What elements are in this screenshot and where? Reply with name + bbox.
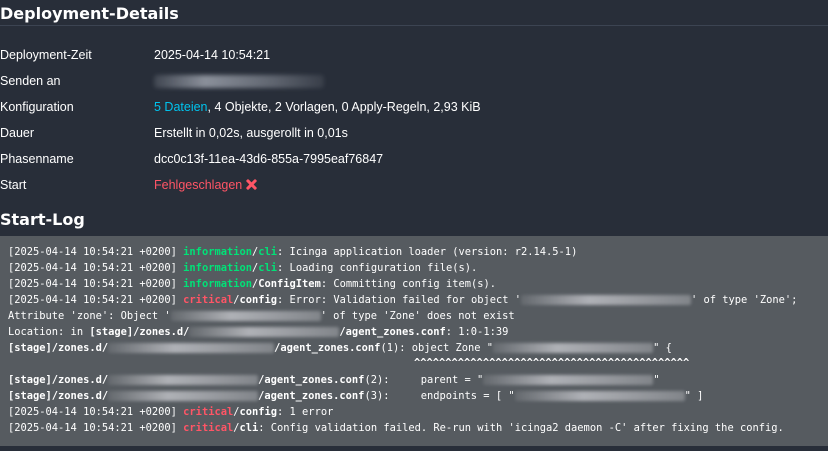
- log-line: [stage]/zones.d/ /agent_zones.conf(3): en…: [8, 388, 703, 404]
- log-path: /agent_zones.conf: [258, 390, 365, 402]
- detail-row-target: Senden an: [0, 71, 828, 91]
- log-timestamp: [2025-04-14 10:54:21 +0200]: [8, 262, 177, 274]
- log-message: : Icinga application loader (version: r2…: [277, 246, 578, 258]
- start-status: Fehlgeschlagen: [154, 175, 257, 195]
- log-line: [stage]/zones.d/ /agent_zones.conf(2): pa…: [8, 372, 660, 388]
- log-facility: cli: [258, 262, 278, 274]
- log-line: [2025-04-14 10:54:21 +0200] information/…: [8, 246, 578, 258]
- redacted-text: [108, 375, 259, 385]
- log-facility: ConfigItem: [258, 278, 321, 290]
- log-facility: config: [239, 406, 278, 418]
- close-icon: [246, 179, 257, 190]
- detail-label: Phasenname: [0, 152, 74, 166]
- log-message: " ]: [684, 390, 704, 402]
- log-severity: critical: [183, 422, 234, 434]
- log-message: : Loading configuration file(s).: [277, 262, 478, 274]
- log-facility: cli: [239, 422, 259, 434]
- log-path: [stage]/zones.d/: [8, 374, 109, 386]
- log-line: [stage]/zones.d/ /agent_zones.conf(1): ob…: [8, 340, 672, 356]
- log-message: ' of type 'Zone';: [691, 294, 798, 306]
- log-line: ^^^^^^^^^^^^^^^^^^^^^^^^^^^^^^^^^^^^^^^^…: [414, 355, 689, 371]
- log-path: [stage]/zones.d/: [89, 326, 190, 338]
- redacted-text: [483, 375, 654, 385]
- files-link[interactable]: 5 Dateien: [154, 100, 208, 114]
- redacted-text: [521, 295, 692, 305]
- log-severity: information: [183, 278, 252, 290]
- log-line: Location: in [stage]/zones.d/ /agent_zone…: [8, 324, 508, 340]
- detail-label: Start: [0, 178, 27, 192]
- redacted-text: [189, 327, 340, 337]
- log-message: : 1 error: [277, 406, 334, 418]
- log-line: [2025-04-14 10:54:21 +0200] critical/con…: [8, 406, 334, 418]
- detail-row-time: Deployment-Zeit 2025-04-14 10:54:21: [0, 45, 828, 65]
- log-line: [2025-04-14 10:54:21 +0200] information/…: [8, 262, 478, 274]
- config-summary: , 4 Objekte, 2 Vorlagen, 0 Apply-Regeln,…: [207, 100, 481, 114]
- log-path: /agent_zones.conf: [258, 374, 365, 386]
- heading-divider: [0, 25, 828, 26]
- log-message: (1): object Zone ": [380, 342, 494, 354]
- detail-label: Deployment-Zeit: [0, 48, 92, 62]
- log-message: : Error: Validation failed for object ': [277, 294, 522, 306]
- log-message: (3): endpoints = [ ": [364, 390, 515, 402]
- log-timestamp: [2025-04-14 10:54:21 +0200]: [8, 406, 177, 418]
- error-carets: ^^^^^^^^^^^^^^^^^^^^^^^^^^^^^^^^^^^^^^^^…: [414, 357, 690, 369]
- log-timestamp: [2025-04-14 10:54:21 +0200]: [8, 278, 177, 290]
- log-facility: config: [239, 294, 278, 306]
- log-message: : Committing config item(s).: [320, 278, 496, 290]
- log-message: Location: in: [8, 326, 90, 338]
- log-path: /agent_zones.conf: [339, 326, 446, 338]
- log-line: Attribute 'zone': Object ' ' of type 'Zon…: [8, 308, 515, 324]
- detail-value: dcc0c13f-11ea-43d6-855a-7995eaf76847: [154, 152, 384, 166]
- details-heading: Deployment-Details: [0, 4, 179, 23]
- log-path: [stage]/zones.d/: [8, 342, 109, 354]
- detail-row-duration: Dauer Erstellt in 0,02s, ausgerollt in 0…: [0, 123, 828, 143]
- detail-value: 2025-04-14 10:54:21: [154, 48, 271, 62]
- redacted-hostname: [154, 75, 324, 89]
- redacted-text: [108, 343, 275, 353]
- detail-label: Dauer: [0, 126, 35, 140]
- detail-label: Senden an: [0, 74, 61, 88]
- detail-row-config: Konfiguration 5 Dateien, 4 Objekte, 2 Vo…: [0, 97, 828, 117]
- detail-value: Erstellt in 0,02s, ausgerollt in 0,01s: [154, 126, 348, 140]
- log-path: [stage]/zones.d/: [8, 390, 109, 402]
- log-line: [2025-04-14 10:54:21 +0200] critical/con…: [8, 294, 798, 306]
- detail-value-redacted: [154, 71, 324, 91]
- log-message: " {: [653, 342, 672, 354]
- log-message: ": [653, 374, 660, 386]
- redacted-text: [108, 391, 259, 401]
- redacted-text: [170, 311, 321, 321]
- detail-row-phase: Phasenname dcc0c13f-11ea-43d6-855a-7995e…: [0, 149, 828, 169]
- redacted-text: [493, 343, 654, 353]
- log-message: Attribute 'zone': Object ': [8, 310, 171, 322]
- status-failed: Fehlgeschlagen: [154, 178, 243, 192]
- log-severity: information: [183, 262, 252, 274]
- log-severity: critical: [183, 406, 234, 418]
- log-message: : Config validation failed. Re-run with …: [258, 422, 784, 434]
- log-facility: cli: [258, 246, 278, 258]
- log-severity: critical: [183, 294, 234, 306]
- detail-label: Konfiguration: [0, 100, 74, 114]
- log-timestamp: [2025-04-14 10:54:21 +0200]: [8, 422, 177, 434]
- log-severity: information: [183, 246, 252, 258]
- log-path: /agent_zones.conf: [274, 342, 381, 354]
- log-line: [2025-04-14 10:54:21 +0200] critical/cli…: [8, 422, 784, 434]
- start-log: [2025-04-14 10:54:21 +0200] information /…: [0, 236, 828, 446]
- log-timestamp: [2025-04-14 10:54:21 +0200]: [8, 246, 177, 258]
- detail-value: 5 Dateien, 4 Objekte, 2 Vorlagen, 0 Appl…: [154, 97, 481, 117]
- deployment-page: Deployment-Details Deployment-Zeit 2025-…: [0, 0, 828, 451]
- log-message: (2): parent = ": [364, 374, 484, 386]
- redacted-text: [514, 391, 685, 401]
- log-heading: Start-Log: [0, 210, 85, 229]
- log-message: ' of type 'Zone' does not exist: [320, 310, 515, 322]
- detail-row-start: Start Fehlgeschlagen: [0, 175, 828, 195]
- log-message: : 1:0-1:39: [445, 326, 509, 338]
- log-line: [2025-04-14 10:54:21 +0200] information/…: [8, 278, 496, 290]
- log-timestamp: [2025-04-14 10:54:21 +0200]: [8, 294, 177, 306]
